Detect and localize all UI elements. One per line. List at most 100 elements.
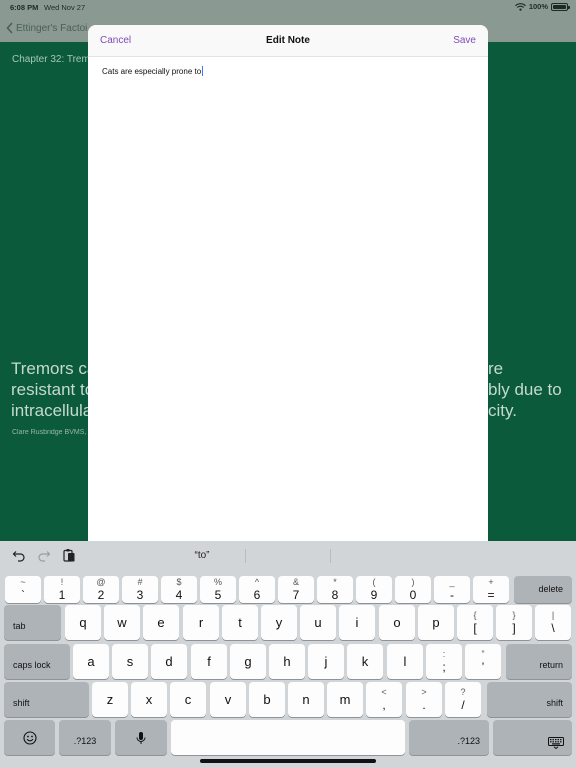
key-b[interactable]: b [249, 682, 285, 717]
tab-key[interactable]: tab [4, 605, 61, 640]
key-shift-symbol: ( [372, 577, 376, 587]
key-c[interactable]: c [170, 682, 206, 717]
battery-icon [551, 2, 570, 11]
key-g[interactable]: g [230, 644, 266, 679]
key-angle-0[interactable]: <, [366, 682, 402, 717]
key-shift-symbol: ~ [20, 577, 26, 587]
key-punct-0[interactable]: :; [426, 644, 462, 679]
key-q[interactable]: q [65, 605, 101, 640]
quote-line: intracellula [11, 401, 91, 420]
key-=[interactable]: + = [473, 576, 509, 603]
key-u[interactable]: u [300, 605, 336, 640]
back-label: Ettinger's Factoi [16, 22, 88, 34]
key-j[interactable]: j [308, 644, 344, 679]
suggestion-item[interactable]: “to” [160, 550, 244, 561]
key--[interactable]: _ - [434, 576, 470, 603]
shift-key-right[interactable]: shift [487, 682, 572, 717]
key-label: return [539, 660, 563, 670]
key-symbol: ; [442, 660, 446, 674]
key-8[interactable]: * 8 [317, 576, 353, 603]
key-shift-symbol: & [292, 577, 299, 587]
redo-icon[interactable] [37, 548, 51, 562]
key-symbol: ` [21, 588, 25, 602]
key-x[interactable]: x [131, 682, 167, 717]
key-m[interactable]: m [327, 682, 363, 717]
key-punct-1[interactable]: ”’ [465, 644, 501, 679]
key-h[interactable]: h [269, 644, 305, 679]
caps-lock-key[interactable]: caps lock [4, 644, 70, 679]
battery-percent: 100% [528, 2, 548, 11]
delete-key[interactable]: delete [514, 576, 572, 603]
numeric-key-right[interactable]: .?123 [409, 720, 489, 755]
key-label: e [157, 615, 165, 630]
key-t[interactable]: t [222, 605, 258, 640]
key-symbol: ’ [481, 660, 485, 674]
key-5[interactable]: % 5 [200, 576, 236, 603]
key-0[interactable]: ) 0 [395, 576, 431, 603]
key-symbol: 9 [370, 588, 378, 602]
key-label: g [244, 654, 252, 669]
key-bracket-2[interactable]: | \ [535, 605, 571, 640]
key-2[interactable]: @2 [83, 576, 119, 603]
save-button[interactable]: Save [453, 35, 476, 46]
return-key[interactable]: return [506, 644, 572, 679]
key-a[interactable]: a [73, 644, 109, 679]
quote-line: re [488, 359, 504, 378]
key-bracket-1[interactable]: }] [496, 605, 532, 640]
key-shift-symbol: ! [60, 577, 64, 587]
undo-icon[interactable] [12, 548, 26, 562]
key-6[interactable]: ^ 6 [239, 576, 275, 603]
key-w[interactable]: w [104, 605, 140, 640]
sheet-header: Cancel Edit Note Save [88, 25, 488, 57]
numeric-key-left[interactable]: .?123 [59, 720, 111, 755]
key-bracket-0[interactable]: {[ [457, 605, 493, 640]
key-f[interactable]: f [191, 644, 227, 679]
paste-icon[interactable] [62, 548, 76, 562]
key-angle-2[interactable]: ? / [445, 682, 481, 717]
dismiss-keyboard-key[interactable] [493, 720, 572, 755]
key-label: s [126, 654, 134, 669]
key-shift-symbol: @ [96, 577, 106, 587]
key-s[interactable]: s [112, 644, 148, 679]
note-text: Cats are especially prone to [102, 66, 202, 76]
key-e[interactable]: e [143, 605, 179, 640]
key-n[interactable]: n [288, 682, 324, 717]
space-bar[interactable] [171, 720, 405, 755]
key-z[interactable]: z [92, 682, 128, 717]
shift-key-left[interactable]: shift [4, 682, 89, 717]
key-shift-symbol: + [488, 577, 494, 587]
key-l[interactable]: l [387, 644, 423, 679]
key-angle-1[interactable]: >. [406, 682, 442, 717]
key-1[interactable]: ! 1 [44, 576, 80, 603]
key-label: v [224, 692, 232, 707]
key-4[interactable]: $4 [161, 576, 197, 603]
key-3[interactable]: #3 [122, 576, 158, 603]
key-y[interactable]: y [261, 605, 297, 640]
key-label: n [302, 692, 310, 707]
key-v[interactable]: v [210, 682, 246, 717]
key-symbol: = [487, 588, 495, 602]
key-shift-symbol: * [333, 577, 337, 587]
key-label: shift [13, 698, 30, 708]
key-shift-symbol: < [381, 687, 387, 697]
back-button[interactable]: Ettinger's Factoi [6, 20, 87, 36]
key-shift-symbol: > [421, 687, 427, 697]
key-label: a [87, 654, 95, 669]
note-text-area[interactable]: Cats are especially prone to [102, 66, 474, 76]
key-symbol: \ [551, 621, 555, 635]
key-9[interactable]: (9 [356, 576, 392, 603]
key-`[interactable]: ~ ` [5, 576, 41, 603]
key-r[interactable]: r [183, 605, 219, 640]
key-o[interactable]: o [379, 605, 415, 640]
key-label: b [263, 692, 271, 707]
emoji-key[interactable] [4, 720, 55, 755]
key-label: d [165, 654, 173, 669]
dictation-key[interactable] [115, 720, 167, 755]
key-symbol: 0 [409, 588, 417, 602]
key-7[interactable]: & 7 [278, 576, 314, 603]
key-i[interactable]: i [339, 605, 375, 640]
key-shift-symbol: ? [460, 687, 466, 697]
key-k[interactable]: k [347, 644, 383, 679]
key-d[interactable]: d [151, 644, 187, 679]
key-p[interactable]: p [418, 605, 454, 640]
